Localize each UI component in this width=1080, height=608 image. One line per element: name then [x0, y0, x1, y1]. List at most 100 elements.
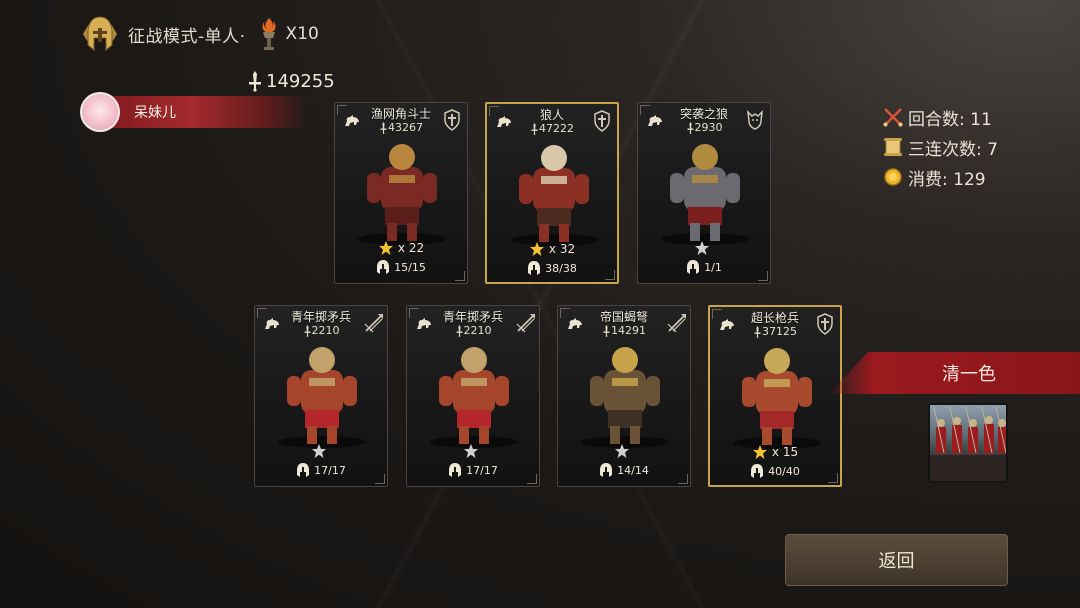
mode-title: 征战模式-单人·: [128, 26, 246, 47]
mode-header: 征战模式-单人· X10: [78, 14, 319, 54]
power-sword-icon: [531, 122, 538, 135]
unit-portrait: [648, 137, 760, 247]
troop-helmet-icon: [297, 463, 310, 477]
unit-power: 14291: [558, 324, 690, 337]
unit-power-value: 2930: [694, 121, 723, 134]
unit-star-count: x 15: [771, 445, 799, 459]
scroll-icon: [882, 136, 904, 158]
troop-helmet-icon: [449, 463, 462, 477]
star-icon: [312, 444, 326, 458]
unit-power: 2210: [407, 324, 539, 337]
unit-troops: 17/17: [407, 462, 539, 478]
troop-thumbnail[interactable]: [928, 403, 1008, 483]
avatar[interactable]: [80, 92, 120, 132]
stat-cost: 消费: 129: [882, 162, 998, 192]
unit-power-value: 14291: [611, 324, 646, 337]
unit-power-value: 2210: [311, 324, 340, 337]
unit-troop-count: 38/38: [545, 261, 577, 275]
power-sword-icon: [456, 324, 462, 337]
troop-helmet-icon: [528, 261, 541, 275]
unit-name: 青年掷矛兵: [442, 310, 503, 324]
unit-troop-count: 15/15: [394, 260, 426, 274]
unit-portrait: [417, 340, 529, 450]
unit-star-count: x 22: [397, 241, 425, 255]
power-sword-icon: [249, 71, 261, 92]
unit-power: 37125: [710, 325, 840, 338]
unit-troops: 15/15: [335, 259, 467, 275]
stat-rounds: 回合数: 11: [882, 102, 998, 132]
unit-troop-count: 14/14: [617, 463, 649, 477]
unit-card[interactable]: 青年掷矛兵 2210 17/17: [406, 305, 540, 487]
unit-name: 青年掷矛兵: [290, 310, 351, 324]
stat-triple: 三连次数: 7: [882, 132, 998, 162]
power-sword-icon: [304, 324, 310, 337]
total-power-value: 149255: [266, 70, 335, 92]
unit-card[interactable]: 狼人 47222 x 32 38/38: [485, 102, 619, 284]
unit-portrait: [497, 138, 607, 248]
unit-name: 超长枪兵: [750, 311, 799, 325]
unit-troops: 14/14: [558, 462, 690, 478]
back-button-label: 返回: [878, 551, 915, 572]
player-ribbon: [98, 96, 308, 128]
troop-helmet-icon: [751, 464, 764, 478]
unit-power-value: 37125: [762, 325, 797, 338]
unit-troop-count: 1/1: [704, 260, 722, 274]
unit-stars: [407, 443, 539, 459]
star-icon: [695, 241, 709, 255]
power-sword-icon: [603, 324, 610, 337]
unit-stars: x 15: [710, 444, 840, 460]
troop-helmet-icon: [600, 463, 613, 477]
unit-name: 突袭之狼: [679, 107, 728, 121]
unit-power: 2930: [638, 121, 770, 134]
unit-power-value: 47222: [539, 122, 574, 135]
helmet-icon: [78, 14, 122, 54]
battle-stats: 回合数: 11 三连次数: 7 消费: 129: [882, 102, 998, 192]
troop-helmet-icon: [687, 260, 700, 274]
unit-stars: [558, 443, 690, 459]
pure-color-banner: 清一色: [828, 352, 1080, 394]
back-button[interactable]: 返回: [785, 534, 1008, 586]
unit-power-value: 2210: [463, 324, 492, 337]
unit-troops: 17/17: [255, 462, 387, 478]
unit-portrait: [345, 137, 457, 247]
unit-stars: x 22: [335, 240, 467, 256]
unit-card[interactable]: 突袭之狼 2930 1/1: [637, 102, 771, 284]
star-icon: [615, 444, 629, 458]
torch-icon: [256, 17, 282, 51]
unit-name: 渔网角斗士: [370, 107, 431, 121]
unit-troop-count: 17/17: [466, 463, 498, 477]
stat-rounds-text: 回合数: 11: [908, 109, 992, 130]
star-icon: [529, 242, 544, 256]
coin-icon: [882, 166, 904, 188]
star-icon: [378, 241, 393, 255]
player-banner: 呆妹儿: [80, 92, 308, 132]
star-icon: [464, 444, 478, 458]
unit-card[interactable]: 超长枪兵 37125 x 15 40/40: [708, 305, 842, 487]
unit-card[interactable]: 渔网角斗士 43267 x 22 15/15: [334, 102, 468, 284]
unit-power: 47222: [487, 122, 617, 135]
power-sword-icon: [380, 121, 387, 134]
unit-name: 狼人: [539, 108, 564, 122]
unit-stars: [255, 443, 387, 459]
unit-power-value: 43267: [388, 121, 423, 134]
stat-cost-text: 消费: 129: [908, 169, 986, 190]
star-icon: [752, 445, 767, 459]
total-power: 149255: [246, 70, 335, 92]
crossed-swords-icon: [882, 106, 904, 128]
unit-stars: [638, 240, 770, 256]
unit-portrait: [568, 340, 680, 450]
unit-star-count: x 32: [548, 242, 576, 256]
unit-power: 2210: [255, 324, 387, 337]
unit-troop-count: 40/40: [768, 464, 800, 478]
unit-power: 43267: [335, 121, 467, 134]
unit-name: 帝国蝎弩: [599, 310, 648, 324]
unit-troops: 38/38: [487, 260, 617, 276]
stat-triple-text: 三连次数: 7: [908, 139, 998, 160]
troop-helmet-icon: [377, 260, 390, 274]
unit-card[interactable]: 青年掷矛兵 2210 17/17: [254, 305, 388, 487]
unit-portrait: [720, 341, 830, 451]
power-sword-icon: [754, 325, 761, 338]
pure-color-label: 清一色: [942, 364, 996, 385]
unit-card[interactable]: 帝国蝎弩 14291 14/14: [557, 305, 691, 487]
unit-troop-count: 17/17: [314, 463, 346, 477]
